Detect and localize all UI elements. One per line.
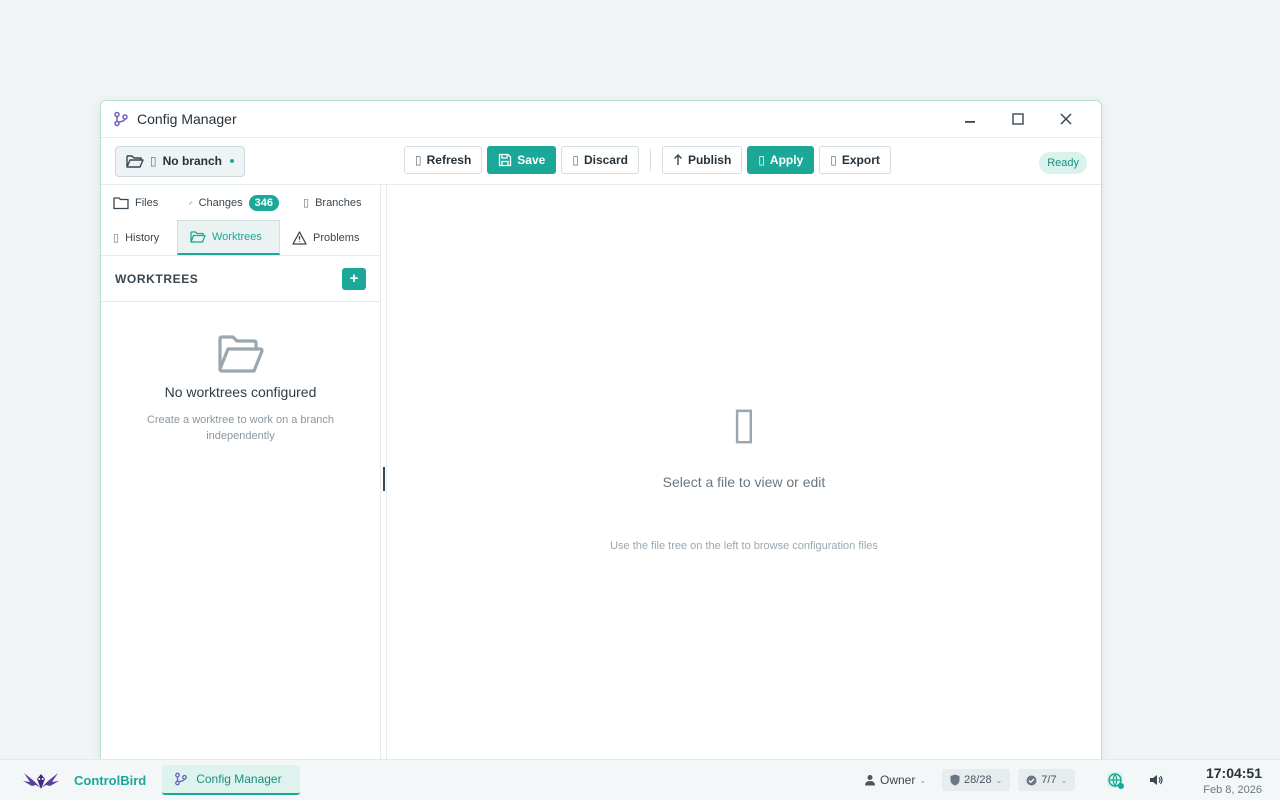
clock-time: 17:04:51: [1205, 764, 1262, 781]
taskbar: ControlBird Config Manager Owner ⌄ 28/28…: [0, 759, 1280, 800]
splitter-handle[interactable]: [383, 467, 385, 491]
tab-problems-label: Problems: [313, 231, 360, 244]
editor-area: ▯ Select a file to view or edit Use the …: [387, 185, 1101, 759]
publish-label: Publish: [687, 153, 732, 167]
publish-button[interactable]: Publish: [661, 146, 743, 174]
history-icon: ▯: [113, 232, 120, 244]
toolbar: ▯ No branch ▯ Refresh Save ▯ Discard Pub…: [101, 138, 1101, 185]
discard-label: Discard: [583, 153, 628, 167]
chevron-down-icon: ⌄: [1060, 775, 1068, 785]
window-title: Config Manager: [137, 111, 237, 127]
export-icon: ▯: [830, 153, 837, 167]
plus-icon: +: [349, 270, 359, 287]
empty-subtitle: Create a worktree to work on a branch in…: [146, 414, 335, 442]
user-label: Owner: [880, 773, 916, 787]
close-icon: [1060, 113, 1072, 125]
pencil-icon: [189, 200, 193, 205]
controlbird-logo-icon: [23, 773, 59, 789]
worktrees-empty-state: No worktrees configured Create a worktre…: [101, 302, 380, 444]
save-button[interactable]: Save: [487, 146, 557, 174]
tab-history[interactable]: ▯ History: [101, 220, 177, 255]
discard-icon: ▯: [572, 153, 579, 167]
empty-title: No worktrees configured: [164, 384, 317, 400]
start-menu-button[interactable]: ControlBird: [22, 769, 146, 791]
network-button[interactable]: [1097, 769, 1133, 791]
save-label: Save: [517, 153, 546, 167]
changes-count-badge: 346: [248, 194, 279, 211]
taskbar-item-label: Config Manager: [196, 772, 282, 786]
clock-date: Feb 8, 2026: [1203, 783, 1262, 796]
tab-files[interactable]: Files: [101, 185, 177, 220]
volume-icon: [1150, 775, 1163, 785]
add-worktree-button[interactable]: +: [342, 267, 366, 290]
tab-changes-label: Changes: [198, 196, 243, 209]
branch-label: No branch: [162, 154, 222, 168]
folder-open-large-icon: [217, 335, 264, 373]
check-circle-icon: [1026, 775, 1037, 785]
tab-worktrees-label: Worktrees: [212, 231, 262, 243]
sidebar: Files Changes 346 ▯ Branches ▯ History W…: [101, 185, 381, 759]
branch-selector[interactable]: ▯ No branch: [115, 145, 245, 177]
sidebar-tabs: Files Changes 346 ▯ Branches ▯ History W…: [101, 185, 380, 256]
taskbar-item-config-manager[interactable]: Config Manager: [162, 765, 300, 795]
minimize-icon: [965, 121, 975, 123]
discard-button[interactable]: ▯ Discard: [561, 146, 639, 174]
branch-app-icon: [114, 111, 128, 127]
folder-icon: [113, 196, 129, 209]
tab-branches-label: Branches: [315, 196, 362, 209]
worktrees-header: WORKTREES +: [101, 256, 380, 302]
chevron-down-icon: ⌄: [919, 775, 927, 785]
toolbar-actions: ▯ Refresh Save ▯ Discard Publish ▯ Apply: [404, 146, 891, 174]
minimize-button[interactable]: [955, 107, 985, 131]
warning-icon: [292, 230, 307, 245]
export-label: Export: [841, 153, 880, 167]
tab-problems[interactable]: Problems: [280, 220, 379, 255]
system-tray: Owner ⌄ 28/28 ⌄ 7/7 ⌄ 17:04:51 Feb 8, 20…: [856, 765, 1262, 796]
close-button[interactable]: [1051, 107, 1081, 131]
status-badge: Ready: [1039, 152, 1087, 174]
maximize-button[interactable]: [1003, 107, 1033, 131]
config-manager-window: Config Manager ▯ No branch ▯ Refresh Sav…: [100, 100, 1102, 760]
save-icon: [499, 153, 512, 167]
maximize-icon: [1012, 113, 1024, 125]
branch-app-icon: [175, 772, 188, 786]
chevron-down-icon: ⌄: [995, 775, 1003, 785]
editor-empty-hint: Use the file tree on the left to browse …: [610, 540, 878, 552]
title-bar[interactable]: Config Manager: [101, 101, 1101, 138]
apply-icon: ▯: [758, 153, 765, 167]
arrow-up-icon: [673, 154, 682, 165]
user-menu[interactable]: Owner ⌄: [856, 769, 934, 791]
shield-status[interactable]: 28/28 ⌄: [942, 769, 1011, 791]
tab-changes[interactable]: Changes 346: [177, 185, 291, 220]
branch-glyph-icon: ▯: [150, 154, 157, 168]
tab-worktrees[interactable]: Worktrees: [177, 220, 280, 255]
branch-icon: ▯: [303, 197, 310, 209]
check-count: 7/7: [1041, 774, 1057, 786]
globe-icon: [1107, 772, 1125, 789]
folder-open-icon: [190, 231, 206, 243]
apply-label: Apply: [769, 153, 804, 167]
shield-count: 28/28: [964, 774, 992, 786]
export-button[interactable]: ▯ Export: [819, 146, 891, 174]
panel-splitter[interactable]: [381, 185, 387, 759]
shield-icon: [950, 774, 960, 786]
apply-button[interactable]: ▯ Apply: [747, 146, 815, 174]
editor-empty-message: Select a file to view or edit: [662, 474, 826, 490]
refresh-label: Refresh: [426, 153, 472, 167]
tab-history-label: History: [125, 231, 160, 244]
tab-branches[interactable]: ▯ Branches: [291, 185, 379, 220]
folder-open-icon: [126, 155, 144, 168]
app-name: ControlBird: [74, 772, 147, 788]
toolbar-separator: [649, 149, 651, 171]
branch-status-dot: [229, 159, 234, 163]
volume-button[interactable]: [1141, 769, 1171, 791]
check-status[interactable]: 7/7 ⌄: [1018, 769, 1076, 791]
user-icon: [865, 775, 875, 786]
tab-files-label: Files: [135, 196, 159, 209]
worktrees-title: WORKTREES: [115, 271, 199, 286]
file-placeholder-icon: ▯: [731, 399, 757, 448]
refresh-button[interactable]: ▯ Refresh: [404, 146, 483, 174]
clock[interactable]: 17:04:51 Feb 8, 2026: [1203, 765, 1262, 796]
refresh-icon: ▯: [415, 153, 422, 167]
